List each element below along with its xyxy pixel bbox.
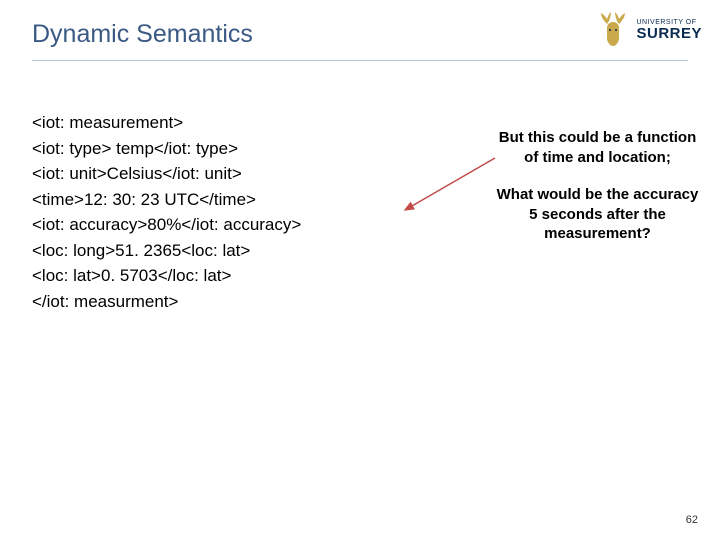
xml-code-block: <iot: measurement> <iot: type> temp</iot… bbox=[32, 110, 301, 314]
code-line: <loc: lat>0. 5703</loc: lat> bbox=[32, 263, 301, 289]
code-line: <iot: type> temp</iot: type> bbox=[32, 136, 301, 162]
logo-text: UNIVERSITY OF SURREY bbox=[636, 19, 702, 41]
university-logo: UNIVERSITY OF SURREY bbox=[552, 10, 702, 50]
stag-icon bbox=[596, 10, 630, 50]
code-line: </iot: measurment> bbox=[32, 289, 301, 315]
code-line: <time>12: 30: 23 UTC</time> bbox=[32, 187, 301, 213]
annotation-text: But this could be a function of time and… bbox=[495, 128, 700, 244]
page-title: Dynamic Semantics bbox=[32, 20, 253, 49]
page-number: 62 bbox=[686, 514, 698, 526]
code-line: <loc: long>51. 2365<loc: lat> bbox=[32, 238, 301, 264]
title-underline bbox=[32, 60, 688, 61]
code-line: <iot: accuracy>80%</iot: accuracy> bbox=[32, 212, 301, 238]
code-line: <iot: measurement> bbox=[32, 110, 301, 136]
annotation-p1: But this could be a function of time and… bbox=[495, 128, 700, 167]
annotation-p2: What would be the accuracy 5 seconds aft… bbox=[495, 185, 700, 244]
arrow-icon bbox=[395, 150, 505, 220]
logo-surrey: SURREY bbox=[636, 26, 702, 41]
code-line: <iot: unit>Celsius</iot: unit> bbox=[32, 161, 301, 187]
slide: Dynamic Semantics UNIVERSITY OF SURREY <… bbox=[0, 0, 720, 540]
